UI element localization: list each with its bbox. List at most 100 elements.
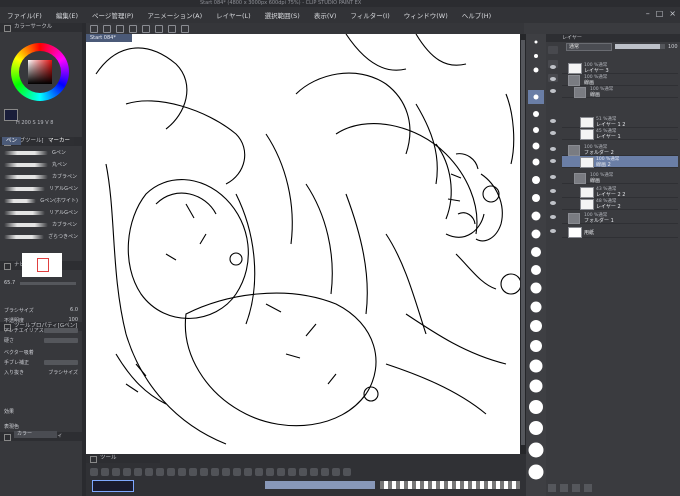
brush-size-dot[interactable] <box>529 359 543 373</box>
new-layer-icon[interactable] <box>548 484 556 492</box>
paper-layer-row[interactable]: 用紙 <box>550 226 678 238</box>
brush-size-dot[interactable] <box>532 158 540 166</box>
brush-size-dot[interactable] <box>530 340 542 352</box>
tool-icon[interactable] <box>277 468 285 476</box>
brush-size-dot[interactable] <box>531 211 541 221</box>
menu-edit[interactable]: 編集(E) <box>49 10 85 20</box>
tab-marker[interactable]: マーカー <box>44 137 75 145</box>
tool-icon[interactable] <box>211 468 219 476</box>
minimize-button[interactable]: – <box>646 9 650 18</box>
eye-icon[interactable] <box>550 201 556 205</box>
folder-row[interactable]: 100 %通常 線画 <box>550 74 678 86</box>
brush-size-dot[interactable] <box>530 320 542 332</box>
brush-size-dot[interactable] <box>533 67 539 73</box>
eye-icon[interactable] <box>550 189 556 193</box>
brush-size-dot[interactable] <box>532 194 540 202</box>
navigator-zoom[interactable]: 65.7 <box>4 280 15 286</box>
drawing-color-bar[interactable] <box>92 480 134 492</box>
menu-help[interactable]: ヘルプ(H) <box>455 10 498 20</box>
brush-item[interactable]: ざらつきペン <box>4 231 78 242</box>
brush-item[interactable]: カブラペン <box>4 171 78 182</box>
menu-selection[interactable]: 選択範囲(S) <box>258 10 307 20</box>
color-wheel[interactable] <box>11 43 69 101</box>
tool-icon[interactable] <box>156 468 164 476</box>
new-icon[interactable] <box>90 24 98 33</box>
save-icon[interactable] <box>116 24 124 33</box>
prop-brush-size[interactable]: ブラシサイズ 6.0 <box>4 306 78 314</box>
tool-icon[interactable] <box>167 468 175 476</box>
brush-size-dot[interactable] <box>533 111 539 117</box>
clear-icon[interactable] <box>155 24 163 33</box>
layer-color-select[interactable]: カラー <box>14 431 57 438</box>
brush-size-dot[interactable] <box>531 265 541 275</box>
document-tab[interactable]: Start 084* <box>86 34 132 42</box>
brush-size-dot[interactable] <box>528 464 544 480</box>
prop-vector-snap[interactable]: ベクター吸着 <box>4 348 78 356</box>
redo-icon[interactable] <box>142 24 150 33</box>
tool-icon[interactable] <box>299 468 307 476</box>
brush-size-dot[interactable] <box>530 282 542 294</box>
tool-icon[interactable] <box>123 468 131 476</box>
transform-icon[interactable] <box>168 24 176 33</box>
tool-icon[interactable] <box>200 468 208 476</box>
tool-icon[interactable] <box>233 468 241 476</box>
brush-size-dot[interactable] <box>532 176 540 184</box>
tool-icon[interactable] <box>343 468 351 476</box>
brush-item[interactable]: リアルGペン <box>4 207 78 218</box>
eye-icon[interactable] <box>550 147 556 151</box>
folder-row[interactable]: 100 %通常 線画 <box>550 86 678 98</box>
brush-size-dot[interactable] <box>530 301 542 313</box>
opacity-slider[interactable] <box>615 44 665 49</box>
menu-layer[interactable]: レイヤー(L) <box>209 10 258 20</box>
brush-item[interactable]: Gペン <box>4 147 78 158</box>
layer-row[interactable]: 43 %通常 レイヤー 2 2 <box>550 186 678 198</box>
tool-icon[interactable] <box>255 468 263 476</box>
prop-antialias[interactable]: アンチエイリアス <box>4 326 78 334</box>
layer-row-selected[interactable]: 100 %通常 線画 2 <box>550 156 678 168</box>
folder-row[interactable]: 100 %通常 フォルダー 2 <box>550 144 678 156</box>
prop-stabilization[interactable]: 手ブレ補正 <box>4 358 78 366</box>
tool-icon[interactable] <box>178 468 186 476</box>
tool-icon[interactable] <box>101 468 109 476</box>
tool-icon[interactable] <box>222 468 230 476</box>
prop-opacity[interactable]: 不透明度 100 <box>4 316 78 324</box>
brush-size-dot[interactable] <box>529 379 543 393</box>
tool-icon[interactable] <box>266 468 274 476</box>
brush-item[interactable]: 丸ペン <box>4 159 78 170</box>
folder-row[interactable]: 100 %通常 フォルダー 1 <box>550 212 678 224</box>
layer-row[interactable]: 100 %通常 レイヤー 3 <box>550 62 678 74</box>
brush-size-dot[interactable] <box>529 421 543 435</box>
eye-icon[interactable] <box>550 89 556 93</box>
tool-icon[interactable] <box>288 468 296 476</box>
transparency-strip[interactable] <box>380 481 520 489</box>
brush-size-dot[interactable] <box>531 247 541 257</box>
brush-size-dot[interactable] <box>529 400 543 414</box>
eye-icon[interactable] <box>550 229 556 233</box>
tool-icon[interactable] <box>189 468 197 476</box>
tab-pen[interactable]: ペン <box>2 137 22 145</box>
canvas[interactable] <box>86 34 520 454</box>
folder-row[interactable]: 100 %通常 線画 <box>550 172 678 184</box>
layer-row[interactable]: 51 %通常 レイヤー 1 2 <box>550 116 678 128</box>
brush-size-dot[interactable] <box>533 94 539 100</box>
brush-size-dot[interactable] <box>532 142 540 150</box>
delete-layer-icon[interactable] <box>584 484 592 492</box>
menu-window[interactable]: ウィンドウ(W) <box>397 10 455 20</box>
undo-icon[interactable] <box>129 24 137 33</box>
saturation-value-square[interactable] <box>28 60 52 84</box>
tool-icon[interactable] <box>310 468 318 476</box>
color-slider[interactable] <box>265 481 375 489</box>
eye-icon[interactable] <box>550 215 556 219</box>
brush-size-dot[interactable] <box>534 40 538 44</box>
zoom-slider[interactable] <box>20 282 76 285</box>
opacity-value[interactable]: 100 <box>668 44 678 50</box>
brush-size-dot[interactable] <box>528 442 544 458</box>
scroll-thumb[interactable] <box>521 40 525 445</box>
eye-icon[interactable] <box>550 131 556 135</box>
prop-taper[interactable]: 入り抜き ブラシサイズ <box>4 368 78 376</box>
deselect-icon[interactable] <box>181 24 189 33</box>
brush-size-dot[interactable] <box>534 54 538 58</box>
brush-item[interactable]: Gペン(ホワイト) <box>4 195 78 206</box>
layer-tool-icon[interactable] <box>548 46 558 54</box>
menu-file[interactable]: ファイル(F) <box>0 10 49 20</box>
